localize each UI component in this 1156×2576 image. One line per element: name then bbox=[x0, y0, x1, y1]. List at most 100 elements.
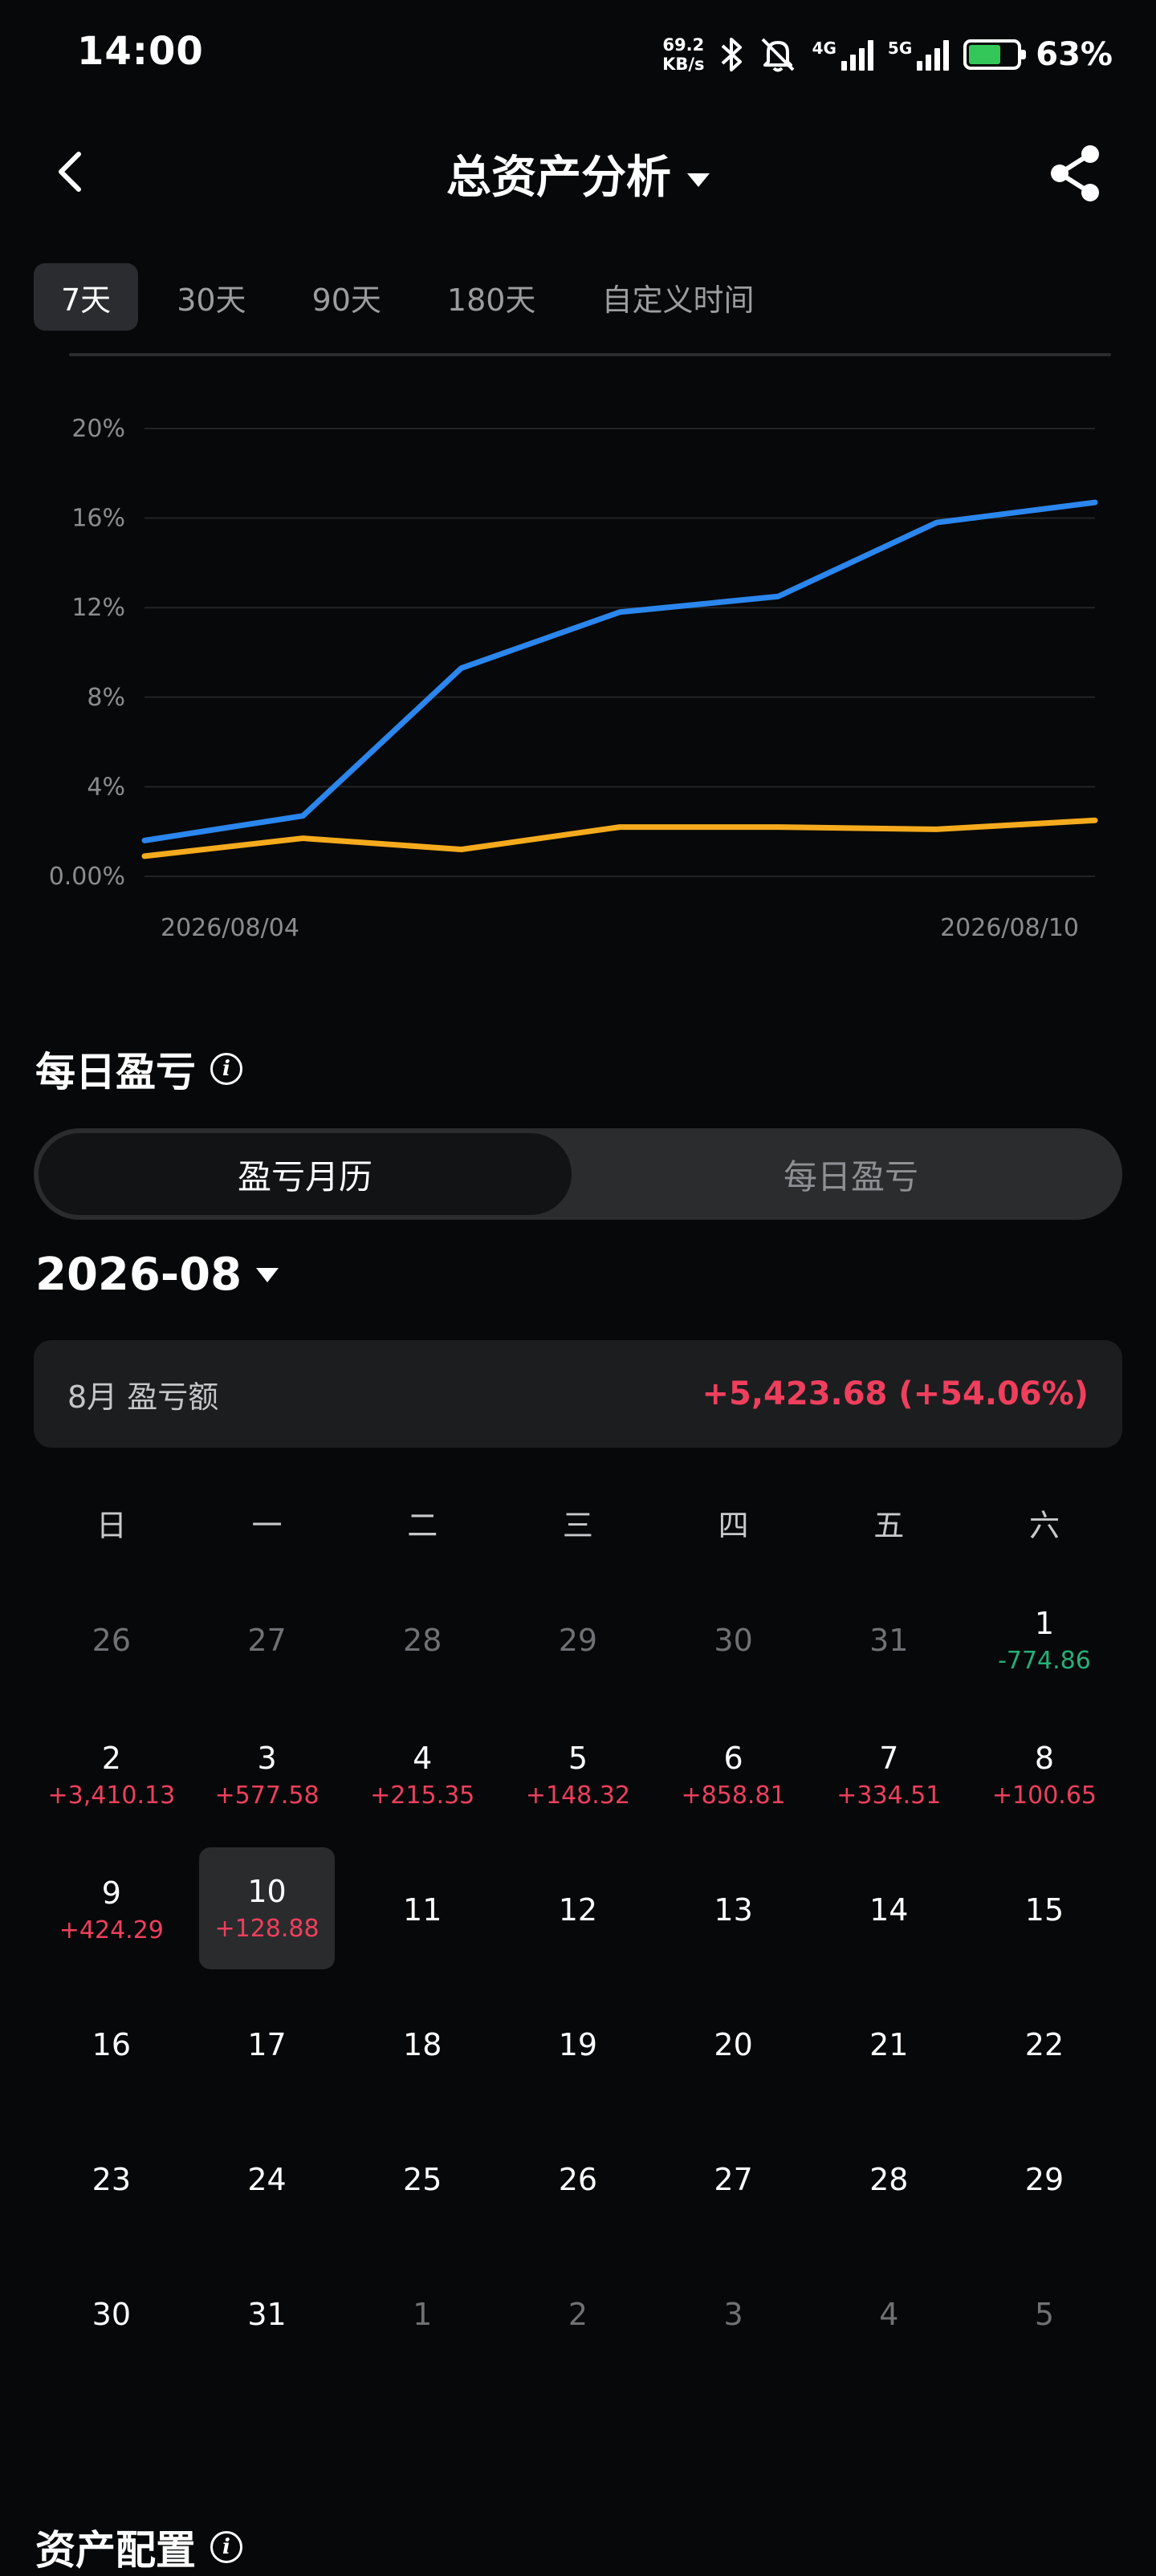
calendar-day-number: 29 bbox=[1025, 2160, 1064, 2199]
calendar-day[interactable]: 4+215.35 bbox=[344, 1708, 500, 1843]
calendar-day-pnl: +577.58 bbox=[214, 1781, 319, 1811]
calendar-day[interactable]: 3 bbox=[656, 2247, 812, 2382]
calendar-day-number: 23 bbox=[92, 2160, 131, 2199]
weekday-header: 日 一 二 三 四 五 六 bbox=[34, 1501, 1122, 1545]
calendar-day[interactable]: 28 bbox=[344, 1573, 500, 1708]
calendar-day-pnl: +858.81 bbox=[682, 1781, 786, 1811]
calendar-day-number: 31 bbox=[869, 1621, 908, 1660]
calendar-day[interactable]: 17 bbox=[189, 1977, 345, 2112]
calendar-day-number: 4 bbox=[413, 1739, 432, 1778]
daily-pnl-title: 每日盈亏 bbox=[35, 1040, 196, 1098]
calendar-day[interactable]: 28 bbox=[811, 2112, 967, 2247]
calendar-day[interactable]: 15 bbox=[967, 1843, 1122, 1977]
page-title-text: 总资产分析 bbox=[446, 152, 671, 204]
calendar-day[interactable]: 29 bbox=[967, 2112, 1122, 2247]
calendar-day-number: 27 bbox=[247, 1621, 286, 1660]
calendar-day[interactable]: 1 bbox=[344, 2247, 500, 2382]
calendar-day[interactable]: 1-774.86 bbox=[967, 1573, 1122, 1708]
calendar-day[interactable]: 31 bbox=[189, 2247, 345, 2382]
calendar-day-pnl: +3,410.13 bbox=[47, 1781, 175, 1811]
calendar-day[interactable]: 22 bbox=[967, 1977, 1122, 2112]
info-icon[interactable]: i bbox=[210, 2531, 242, 2563]
segment-pnl-calendar[interactable]: 盈亏月历 bbox=[39, 1133, 572, 1215]
calendar-day[interactable]: 27 bbox=[656, 2112, 812, 2247]
calendar-day-pnl: +148.32 bbox=[526, 1781, 630, 1811]
chart-series-line-1 bbox=[144, 502, 1095, 840]
calendar-day[interactable]: 5 bbox=[967, 2247, 1122, 2382]
calendar-day[interactable]: 30 bbox=[656, 1573, 812, 1708]
calendar-day[interactable]: 12 bbox=[500, 1843, 656, 1977]
tab-30d[interactable]: 30天 bbox=[149, 263, 273, 331]
calendar-day[interactable]: 9+424.29 bbox=[34, 1843, 189, 1977]
calendar-day-number: 8 bbox=[1035, 1739, 1054, 1778]
tab-custom-range[interactable]: 自定义时间 bbox=[574, 263, 781, 331]
calendar-day-number: 22 bbox=[1025, 2025, 1064, 2064]
daily-pnl-heading: 每日盈亏 i bbox=[35, 1040, 242, 1098]
calendar-day[interactable]: 6+858.81 bbox=[656, 1708, 812, 1843]
tab-180d[interactable]: 180天 bbox=[420, 263, 564, 331]
page-title[interactable]: 总资产分析 bbox=[0, 141, 1156, 206]
battery-percent: 63% bbox=[1036, 36, 1113, 73]
chevron-down-icon bbox=[256, 1268, 279, 1282]
info-icon[interactable]: i bbox=[210, 1053, 242, 1085]
calendar-day[interactable]: 29 bbox=[500, 1573, 656, 1708]
calendar-day[interactable]: 23 bbox=[34, 2112, 189, 2247]
tab-7d[interactable]: 7天 bbox=[34, 263, 138, 331]
calendar-day[interactable]: 2 bbox=[500, 2247, 656, 2382]
calendar-day-number: 31 bbox=[247, 2295, 286, 2334]
calendar-day[interactable]: 11 bbox=[344, 1843, 500, 1977]
calendar-day-pnl: +128.88 bbox=[214, 1914, 319, 1944]
calendar-day-number: 2 bbox=[568, 2295, 588, 2334]
calendar-day-number: 28 bbox=[403, 1621, 442, 1660]
calendar-day-number: 1 bbox=[1035, 1604, 1054, 1643]
calendar-day[interactable]: 18 bbox=[344, 1977, 500, 2112]
calendar-day-number: 30 bbox=[714, 1621, 752, 1660]
calendar-day-number: 10 bbox=[247, 1872, 286, 1911]
calendar-day[interactable]: 19 bbox=[500, 1977, 656, 2112]
bluetooth-icon bbox=[719, 36, 743, 73]
calendar-day-number: 26 bbox=[92, 1621, 131, 1660]
calendar-day[interactable]: 27 bbox=[189, 1573, 345, 1708]
signal-4g-label: 4G bbox=[812, 39, 836, 58]
weekday-sat: 六 bbox=[967, 1501, 1122, 1545]
calendar-day-number: 14 bbox=[869, 1891, 908, 1929]
asset-line-chart[interactable]: 0.00%4%8%12%16%20%2026/08/042026/08/10 bbox=[0, 377, 1156, 963]
month-selector[interactable]: 2026-08 bbox=[35, 1249, 279, 1301]
calendar-day[interactable]: 30 bbox=[34, 2247, 189, 2382]
month-selector-label: 2026-08 bbox=[35, 1249, 242, 1301]
calendar-day[interactable]: 26 bbox=[34, 1573, 189, 1708]
calendar-day[interactable]: 8+100.65 bbox=[967, 1708, 1122, 1843]
calendar-day[interactable]: 13 bbox=[656, 1843, 812, 1977]
calendar-day[interactable]: 7+334.51 bbox=[811, 1708, 967, 1843]
calendar-day-number: 20 bbox=[714, 2025, 752, 2064]
calendar-day[interactable]: 16 bbox=[34, 1977, 189, 2112]
calendar-day[interactable]: 26 bbox=[500, 2112, 656, 2247]
calendar-day[interactable]: 14 bbox=[811, 1843, 967, 1977]
calendar-day-number: 29 bbox=[559, 1621, 597, 1660]
mute-bell-icon bbox=[758, 36, 798, 73]
weekday-wed: 三 bbox=[500, 1501, 656, 1545]
segment-daily-pnl[interactable]: 每日盈亏 bbox=[584, 1133, 1117, 1215]
calendar-day[interactable]: 4 bbox=[811, 2247, 967, 2382]
chart-x-tick-label: 2026/08/04 bbox=[161, 914, 299, 942]
calendar-day-number: 12 bbox=[559, 1891, 597, 1929]
calendar-day-number: 2 bbox=[102, 1739, 121, 1778]
chart-x-tick-label: 2026/08/10 bbox=[940, 914, 1079, 942]
calendar-day[interactable]: 3+577.58 bbox=[189, 1708, 345, 1843]
chart-y-tick-label: 12% bbox=[71, 594, 125, 622]
calendar-day-number: 5 bbox=[1035, 2295, 1054, 2334]
calendar-day[interactable]: 25 bbox=[344, 2112, 500, 2247]
net-speed: 69.2 KB/s bbox=[662, 35, 704, 74]
calendar-day[interactable]: 31 bbox=[811, 1573, 967, 1708]
calendar-day[interactable]: 21 bbox=[811, 1977, 967, 2112]
status-time: 14:00 bbox=[77, 29, 204, 74]
tab-90d[interactable]: 90天 bbox=[285, 263, 409, 331]
calendar-day-today[interactable]: 10+128.88 bbox=[199, 1847, 336, 1969]
share-icon[interactable] bbox=[1044, 141, 1108, 205]
calendar-day[interactable]: 2+3,410.13 bbox=[34, 1708, 189, 1843]
chevron-down-icon bbox=[687, 173, 710, 187]
calendar-day[interactable]: 20 bbox=[656, 1977, 812, 2112]
calendar-day[interactable]: 5+148.32 bbox=[500, 1708, 656, 1843]
calendar-day[interactable]: 24 bbox=[189, 2112, 345, 2247]
calendar-day-number: 21 bbox=[869, 2025, 908, 2064]
